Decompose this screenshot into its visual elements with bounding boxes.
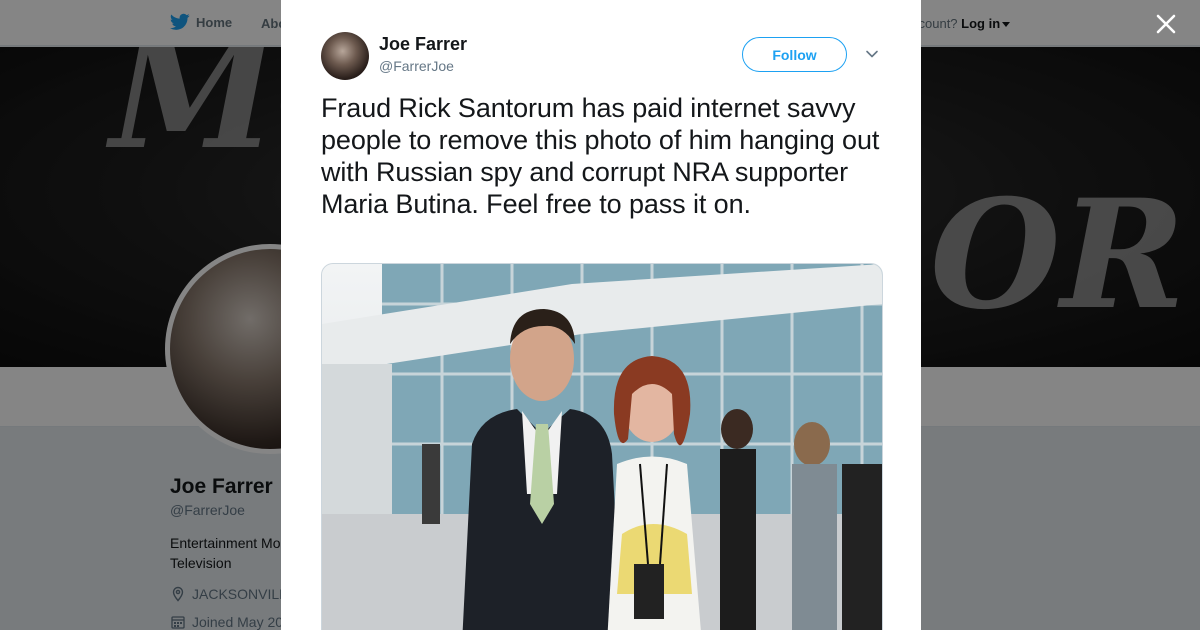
tweet-photo-image (322, 264, 882, 630)
tweet-author-name[interactable]: Joe Farrer (379, 34, 467, 55)
chevron-down-icon[interactable] (865, 47, 879, 61)
tweet-modal: Joe Farrer @FarrerJoe Follow Fraud Rick … (281, 0, 921, 630)
tweet-author-avatar[interactable] (321, 32, 369, 80)
tweet-text: Fraud Rick Santorum has paid internet sa… (321, 93, 880, 219)
tweet-photo[interactable] (321, 263, 883, 630)
tweet-author-handle[interactable]: @FarrerJoe (379, 58, 454, 74)
follow-button[interactable]: Follow (742, 37, 847, 72)
close-icon[interactable] (1154, 12, 1178, 36)
